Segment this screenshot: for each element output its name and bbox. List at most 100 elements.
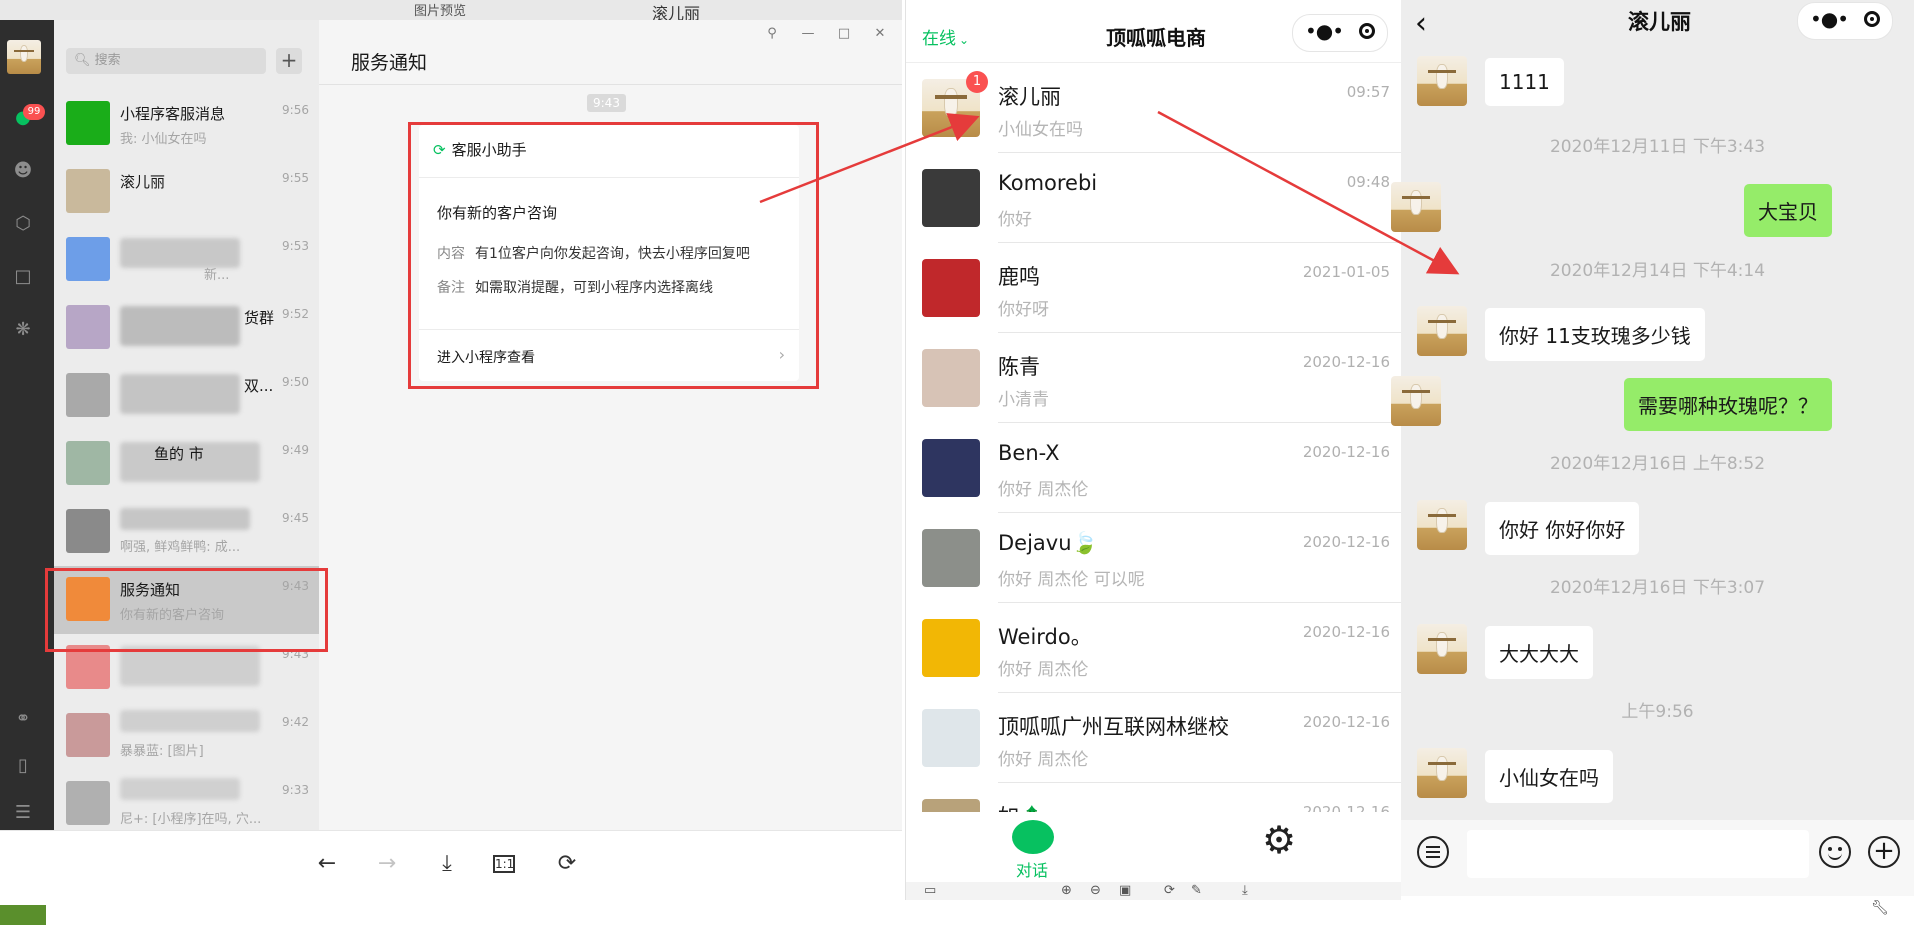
user-avatar[interactable]: [7, 40, 41, 74]
message-input[interactable]: [1467, 830, 1809, 878]
status-label: 在线: [922, 29, 956, 49]
conversation-name: Ben-X: [998, 441, 1060, 465]
add-button[interactable]: +: [276, 48, 302, 74]
download-icon[interactable]: ⤓: [432, 851, 462, 876]
contacts-icon[interactable]: ☻: [12, 160, 34, 182]
conversation-item[interactable]: 滚儿丽 9:55: [54, 158, 319, 226]
contact-avatar[interactable]: [1417, 500, 1467, 550]
conversation-item[interactable]: 9:53 新...: [54, 226, 319, 294]
notification-card[interactable]: ⟳ 客服小助手 你有新的客户咨询 内容 有1位客户向你发起咨询，快去小程序回复吧 备…: [419, 125, 799, 381]
refresh-icon: ⟳: [433, 141, 446, 159]
conversation-time: 2020-12-16: [1302, 353, 1390, 371]
menu-icon[interactable]: ☰: [12, 802, 34, 824]
conversation-item[interactable]: 货群 9:52: [54, 294, 319, 362]
chat-bubble-icon[interactable]: [1012, 820, 1054, 854]
conversation-item[interactable]: 9:33 尼+: [小程序]在吗, 穴...: [54, 770, 319, 830]
mini-program-icon[interactable]: ⚭: [12, 708, 34, 730]
conversation-row[interactable]: 顶呱呱广州互联网林继校 2020-12-16 你好 周杰伦: [906, 693, 1402, 783]
conversation-preview: 你好 周杰伦: [998, 750, 1089, 770]
conversation-time: 9:33: [282, 783, 309, 797]
conversation-row[interactable]: 1 滚儿丽 09:57 小仙女在吗: [906, 63, 1402, 153]
conversation-item[interactable]: 鱼的 市 9:49: [54, 430, 319, 498]
conversation-item[interactable]: 双... 9:50: [54, 362, 319, 430]
chat-header: ‹ 滚儿丽 •●•: [1401, 0, 1914, 52]
back-arrow-icon[interactable]: ←: [312, 851, 342, 876]
conversation-name: Dejavu🍃: [998, 531, 1098, 555]
rotate-icon[interactable]: ⟳: [1164, 883, 1175, 898]
close-icon[interactable]: ✕: [870, 26, 890, 41]
conversation-item[interactable]: 小程序客服消息 9:56 我: 小仙女在吗: [54, 90, 319, 158]
message-in: 你好 11支玫瑰多少钱: [1401, 306, 1914, 361]
my-avatar[interactable]: [1391, 376, 1441, 426]
voice-toggle-icon[interactable]: [1417, 836, 1449, 868]
zoom-in-icon[interactable]: ⊕: [1061, 883, 1072, 898]
files-icon[interactable]: □: [12, 266, 34, 288]
conversation-avatar: [66, 713, 110, 757]
message-bubble: 小仙女在吗: [1485, 750, 1613, 803]
maximize-icon[interactable]: □: [834, 26, 854, 41]
actual-size-icon[interactable]: 1:1: [493, 855, 515, 873]
conversation-row[interactable]: 陈青 2020-12-16 小清青: [906, 333, 1402, 423]
more-icon[interactable]: •●•: [1810, 7, 1849, 31]
conversation-row[interactable]: Komorebi 09:48 你好: [906, 153, 1402, 243]
message-bubble: 你好 你好你好: [1485, 502, 1640, 555]
conversation-row[interactable]: 如🌲 2020-12-16: [906, 783, 1402, 812]
conversation-name: 货群: [244, 309, 275, 327]
pen-icon[interactable]: ✎: [1191, 883, 1202, 898]
contact-avatar[interactable]: [1417, 748, 1467, 798]
pin-icon[interactable]: ⚲: [762, 26, 782, 41]
status-dropdown[interactable]: 在线 ⌄: [922, 24, 969, 49]
back-chevron-icon[interactable]: ‹: [1415, 6, 1427, 41]
rotate-icon[interactable]: ⟳: [552, 851, 582, 876]
conversation-row[interactable]: Ben-X 2020-12-16 你好 周杰伦: [906, 423, 1402, 513]
plus-icon[interactable]: +: [1868, 836, 1900, 868]
contact-avatar[interactable]: [1417, 56, 1467, 106]
card-headline: 你有新的客户咨询: [437, 204, 558, 222]
image-viewer-toolbar: ← → ⤓ 1:1 ⟳: [0, 830, 902, 901]
conversation-time: 9:49: [282, 443, 309, 457]
emoji-icon[interactable]: [1819, 836, 1851, 868]
moments-icon[interactable]: ❋: [12, 319, 34, 341]
conversation-time: 2020-12-16: [1302, 803, 1390, 812]
blurred-content: [120, 778, 240, 800]
conversation-time: 2020-12-16: [1302, 443, 1390, 461]
actual-size-icon[interactable]: ▣: [1119, 883, 1131, 898]
forward-arrow-icon[interactable]: →: [372, 851, 402, 876]
contact-avatar[interactable]: [1417, 306, 1467, 356]
device-icon[interactable]: ▭: [924, 883, 936, 898]
conversation-row[interactable]: Dejavu🍃 2020-12-16 你好 周杰伦 可以呢: [906, 513, 1402, 603]
conversation-item[interactable]: 9:42 暴暴蓝: [图片]: [54, 702, 319, 770]
more-icon[interactable]: •●•: [1305, 19, 1344, 43]
conversation-item[interactable]: 9:45 啊强, 鲜鸡鲜鸭: 成...: [54, 498, 319, 566]
zoom-out-icon[interactable]: ⊖: [1090, 883, 1101, 898]
search-input[interactable]: 🔍︎ 搜索: [66, 48, 266, 74]
favorites-icon[interactable]: ⬡: [12, 213, 34, 235]
close-target-icon[interactable]: [1864, 11, 1880, 27]
close-target-icon[interactable]: [1359, 23, 1375, 39]
capsule-menu[interactable]: •●•: [1797, 2, 1893, 40]
my-avatar[interactable]: [1391, 182, 1441, 232]
conversation-name: 鱼的 市: [154, 445, 204, 463]
contact-avatar[interactable]: [1417, 624, 1467, 674]
conversation-time: 2020-12-16: [1302, 533, 1390, 551]
conversation-time: 9:42: [282, 715, 309, 729]
note-key: 备注: [437, 280, 465, 296]
conversation-name: Komorebi: [998, 171, 1098, 195]
conversation-time: 09:48: [1346, 173, 1390, 191]
chat-window: ‹ 滚儿丽 •●• 1111 2020年12月11日 下午3:43 大宝贝 20…: [1391, 0, 1914, 925]
download-icon[interactable]: ⤓: [1242, 883, 1248, 898]
gear-icon[interactable]: ⚙: [1262, 818, 1296, 862]
message-out: 需要哪种玫瑰呢？？: [1391, 376, 1914, 431]
conversation-preview: 新...: [204, 268, 230, 283]
tab-chat[interactable]: 对话: [1016, 857, 1048, 881]
chevron-down-icon: ⌄: [959, 33, 970, 47]
capsule-menu[interactable]: •●•: [1292, 14, 1388, 52]
conversation-row[interactable]: Weirdo。 2020-12-16 你好 周杰伦: [906, 603, 1402, 693]
wrench-icon[interactable]: 🔧︎: [1871, 900, 1889, 916]
conversation-row[interactable]: 鹿鸣 2021-01-05 你好呀: [906, 243, 1402, 333]
desktop-corner: [0, 905, 46, 925]
phone-icon[interactable]: ▯: [12, 755, 34, 777]
open-mini-program-link[interactable]: 进入小程序查看: [437, 347, 535, 367]
minimize-icon[interactable]: —: [798, 26, 818, 41]
blurred-content: [120, 710, 260, 732]
